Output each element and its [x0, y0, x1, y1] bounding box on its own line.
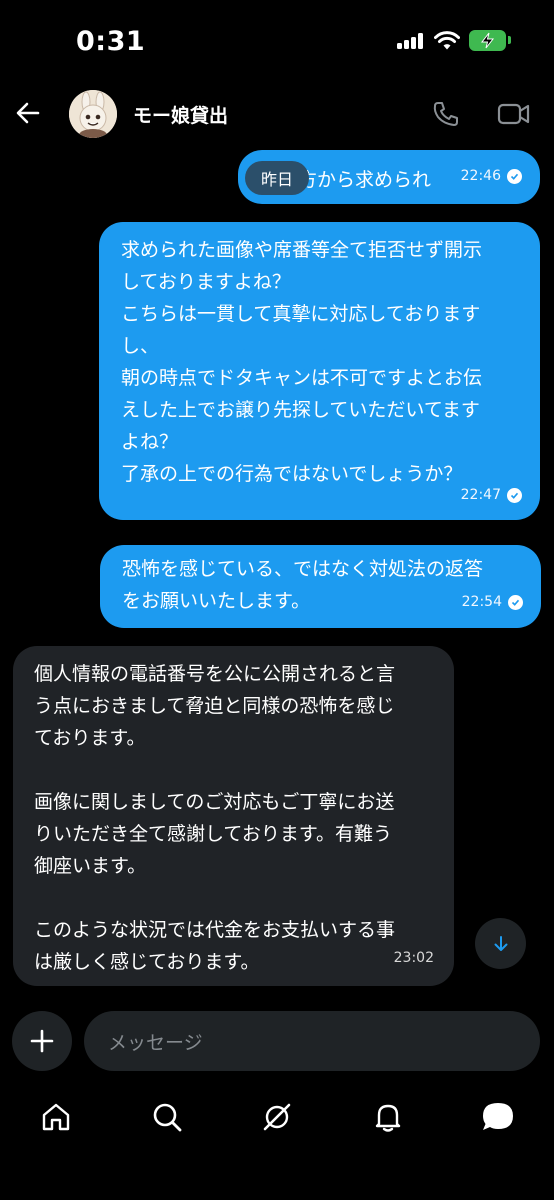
notifications-icon — [375, 1104, 401, 1132]
arrow-down-icon — [494, 935, 507, 951]
message-bubble-incoming[interactable]: 個人情報の電話番号を公に公開されると言 う点におきまして脅迫と同様の恐怖を感じ … — [13, 646, 454, 986]
contact-name[interactable]: モー娘貸出 — [133, 101, 228, 128]
add-attachment-button[interactable] — [12, 1011, 72, 1071]
home-icon — [42, 1103, 70, 1131]
read-check-icon — [508, 594, 523, 610]
message-meta: 22:46 — [461, 160, 522, 192]
add-icon — [30, 1029, 54, 1053]
status-time: 0:31 — [76, 26, 146, 57]
search-icon — [153, 1103, 182, 1132]
message-input[interactable]: メッセージ — [84, 1011, 540, 1071]
message-bubble-outgoing[interactable]: 恐怖を感じている、ではなく対処法の返答 をお願いいたします。 22:54 — [100, 545, 541, 628]
date-separator: 昨日 — [245, 161, 309, 195]
scroll-to-bottom-button[interactable] — [475, 918, 526, 969]
message-time: 22:47 — [460, 487, 501, 503]
avatar[interactable] — [69, 90, 117, 138]
bottom-navigation — [0, 1085, 554, 1155]
call-icon[interactable] — [432, 100, 460, 128]
nav-grok[interactable] — [257, 1097, 297, 1137]
read-check-icon — [507, 487, 522, 503]
nav-notifications[interactable] — [368, 1097, 408, 1137]
back-arrow-icon[interactable] — [14, 99, 42, 127]
nav-home[interactable] — [36, 1097, 76, 1137]
battery-icon — [469, 30, 506, 51]
video-icon[interactable] — [497, 100, 531, 128]
message-time: 22:54 — [461, 594, 502, 610]
message-meta: 22:54 — [462, 586, 523, 618]
wifi-icon — [434, 31, 460, 50]
message-meta: 22:47 — [461, 479, 522, 511]
message-text: 個人情報の電話番号を公に公開されると言 う点におきまして脅迫と同様の恐怖を感じ … — [34, 663, 396, 973]
grok-icon — [263, 1103, 291, 1131]
message-time: 23:02 — [393, 950, 434, 966]
conversation-header: モー娘貸出 — [0, 80, 554, 150]
message-bubble-outgoing[interactable]: 求められた画像や席番等全て拒否せず開示 しておりますよね？ こちらは一貫して真摯… — [99, 222, 540, 520]
nav-messages[interactable] — [478, 1097, 518, 1137]
read-check-icon — [507, 168, 522, 184]
dm-conversation-screen: 0:31 モー娘貸出 方から求められ 22:46 昨日 求められた画像や席番等全… — [0, 0, 554, 1200]
battery-cap — [508, 36, 511, 44]
message-meta: 23:02 — [394, 942, 434, 974]
status-bar: 0:31 — [0, 0, 554, 80]
cellular-signal-icon — [397, 33, 427, 49]
message-time: 22:46 — [460, 168, 501, 184]
nav-search[interactable] — [147, 1097, 187, 1137]
messages-icon — [483, 1103, 513, 1130]
message-text: 求められた画像や席番等全て拒否せず開示 しておりますよね？ こちらは一貫して真摯… — [121, 239, 483, 485]
